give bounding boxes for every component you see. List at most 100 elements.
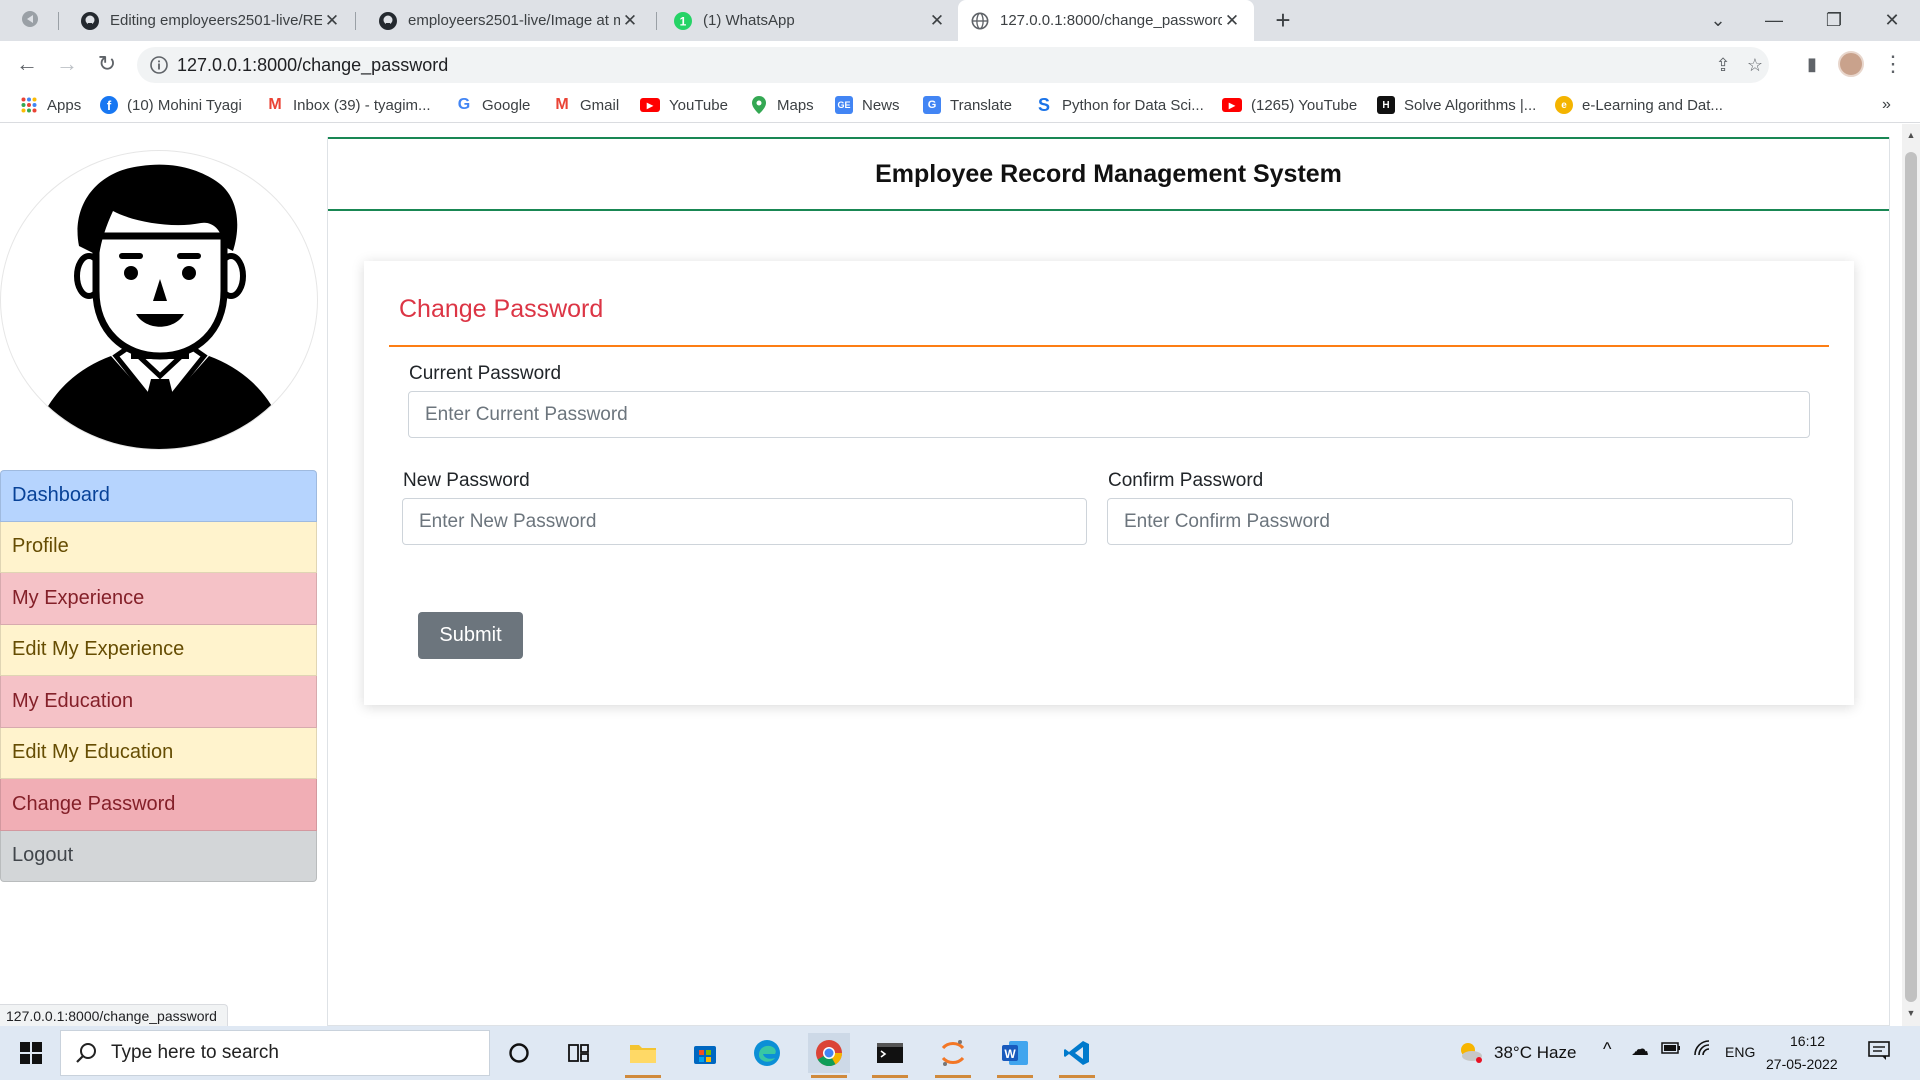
taskbar-word[interactable]: W [994, 1033, 1036, 1078]
sidebar-item-my-experience[interactable]: My Experience [0, 573, 317, 625]
share-icon[interactable]: ⇪ [1709, 51, 1737, 79]
minimize-button[interactable]: — [1746, 0, 1802, 41]
close-icon[interactable]: ✕ [322, 11, 342, 31]
close-icon[interactable]: ✕ [620, 11, 640, 31]
weather-text[interactable]: 38°C Haze [1494, 1043, 1576, 1063]
tab-whatsapp[interactable]: 1 (1) WhatsApp ✕ [665, 0, 955, 41]
confirm-password-input[interactable] [1107, 498, 1793, 545]
bookmark-youtube[interactable]: ▶ YouTube [640, 94, 728, 116]
language-indicator[interactable]: ENG [1725, 1044, 1755, 1060]
current-password-input[interactable] [408, 391, 1810, 438]
bookmark-youtube-1265[interactable]: ▶ (1265) YouTube [1222, 94, 1357, 116]
page-scrollbar[interactable]: ▲ ▼ [1902, 124, 1920, 1026]
tray-chevron-up-icon[interactable]: ^ [1603, 1039, 1611, 1060]
bookmark-news[interactable]: GE News [835, 94, 900, 116]
sidebar-item-profile[interactable]: Profile [0, 521, 317, 573]
scroll-up-arrow-icon[interactable]: ▲ [1906, 130, 1916, 140]
sidebar-item-change-password[interactable]: Change Password [0, 779, 317, 831]
tab-label: 127.0.0.1:8000/change_password [1000, 12, 1222, 29]
menu-button[interactable]: ⋮ [1878, 49, 1908, 79]
tab-label: Editing employeers2501-live/REA [110, 12, 322, 29]
close-icon[interactable]: ✕ [927, 11, 947, 31]
new-tab-button[interactable]: + [1268, 0, 1298, 41]
bookmark-google[interactable]: G Google [455, 94, 531, 116]
cortana-button[interactable] [498, 1033, 540, 1073]
forward-button[interactable]: → [52, 49, 82, 79]
info-icon[interactable] [149, 55, 169, 80]
wifi-icon[interactable] [1693, 1039, 1713, 1062]
scroll-down-arrow-icon[interactable]: ▼ [1906, 1008, 1916, 1018]
bookmark-elearning[interactable]: e e-Learning and Dat... [1555, 94, 1723, 116]
scrollbar-thumb[interactable] [1905, 152, 1917, 1002]
sidebar-item-edit-my-experience[interactable]: Edit My Experience [0, 624, 317, 676]
svg-text:W: W [1004, 1047, 1016, 1061]
close-window-button[interactable]: ✕ [1864, 0, 1920, 41]
bookmark-facebook[interactable]: f (10) Mohini Tyagi [100, 94, 242, 116]
form-title: Change Password [399, 295, 604, 323]
omnibox[interactable]: 127.0.0.1:8000/change_password ⇪ ☆ [137, 47, 1769, 83]
close-icon: ✕ [1884, 10, 1900, 30]
plus-icon: + [1275, 5, 1291, 35]
side-panel-button[interactable]: ▮ [1797, 49, 1827, 79]
taskbar-chrome[interactable] [808, 1033, 850, 1078]
address-bar: ← → ↻ 127.0.0.1:8000/change_password ⇪ ☆… [0, 41, 1920, 88]
taskbar-search-box[interactable]: Type here to search [60, 1030, 490, 1076]
restore-button[interactable]: ❐ [1806, 0, 1862, 41]
cortana-circle-icon [509, 1043, 529, 1063]
sidebar-item-logout[interactable]: Logout [0, 830, 317, 882]
sidebar-item-my-education[interactable]: My Education [0, 676, 317, 728]
bookmark-hackerrank[interactable]: H Solve Algorithms |... [1377, 94, 1536, 116]
url-text[interactable]: 127.0.0.1:8000/change_password [177, 55, 448, 76]
taskbar-store[interactable] [684, 1033, 726, 1073]
edge-icon [754, 1040, 780, 1066]
onedrive-cloud-icon[interactable]: ☁ [1631, 1039, 1649, 1060]
taskbar-jupyter[interactable] [932, 1033, 974, 1078]
gmail-icon: M [555, 96, 569, 113]
bookmark-maps[interactable]: Maps [750, 94, 814, 116]
avatar [1838, 51, 1864, 77]
store-icon [694, 1046, 716, 1064]
sidebar-item-dashboard[interactable]: Dashboard [0, 470, 317, 522]
back-button[interactable]: ← [12, 49, 42, 79]
task-view-button[interactable] [559, 1033, 601, 1073]
new-password-input[interactable] [402, 498, 1087, 545]
bookmark-python-data-sci[interactable]: S Python for Data Sci... [1035, 94, 1204, 116]
bookmark-inbox[interactable]: M Inbox (39) - tyagim... [266, 94, 430, 116]
weather-icon[interactable] [1456, 1040, 1484, 1069]
taskbar-edge[interactable] [746, 1033, 788, 1073]
star-icon[interactable]: ☆ [1741, 51, 1769, 79]
bookmarks-overflow-button[interactable]: » [1882, 94, 1891, 116]
taskbar-terminal[interactable] [869, 1033, 911, 1078]
tab-editing-readme[interactable]: Editing employeers2501-live/REA ✕ [72, 0, 350, 41]
submit-button[interactable]: Submit [418, 612, 523, 659]
bookmark-translate[interactable]: G Translate [923, 94, 1012, 116]
google-icon: G [457, 96, 471, 113]
notification-icon[interactable] [1868, 1040, 1890, 1065]
s-icon: S [1037, 94, 1050, 115]
back-arrow-icon: ← [16, 51, 38, 76]
chevron-down-icon: ⌄ [1710, 10, 1726, 30]
bookmark-label: Gmail [580, 96, 620, 114]
taskbar-vscode[interactable] [1056, 1033, 1098, 1078]
profile-avatar-button[interactable] [1836, 49, 1866, 79]
tab-search-dropdown[interactable]: ⌄ [1690, 0, 1746, 41]
bookmark-apps[interactable]: Apps [20, 94, 81, 116]
translate-icon: G [923, 96, 941, 114]
sidebar-item-edit-my-education[interactable]: Edit My Education [0, 727, 317, 779]
tab-search-button[interactable] [20, 0, 50, 41]
tab-image-at[interactable]: employeers2501-live/Image at m ✕ [370, 0, 648, 41]
start-button[interactable] [10, 1033, 52, 1073]
clock-date[interactable]: 27-05-2022 [1766, 1056, 1838, 1072]
reload-button[interactable]: ↻ [92, 49, 122, 79]
clock-time[interactable]: 16:12 [1790, 1033, 1825, 1049]
maps-icon [750, 96, 768, 114]
taskbar-file-explorer[interactable] [622, 1033, 664, 1078]
bookmark-gmail[interactable]: M Gmail [553, 94, 619, 116]
tab-search-icon [20, 9, 40, 33]
bookmark-label: YouTube [669, 96, 728, 114]
current-password-label: Current Password [409, 363, 562, 384]
globe-icon [970, 11, 990, 31]
close-icon[interactable]: ✕ [1222, 11, 1242, 31]
battery-icon[interactable] [1661, 1041, 1681, 1060]
tab-change-password[interactable]: 127.0.0.1:8000/change_password ✕ [958, 0, 1254, 41]
